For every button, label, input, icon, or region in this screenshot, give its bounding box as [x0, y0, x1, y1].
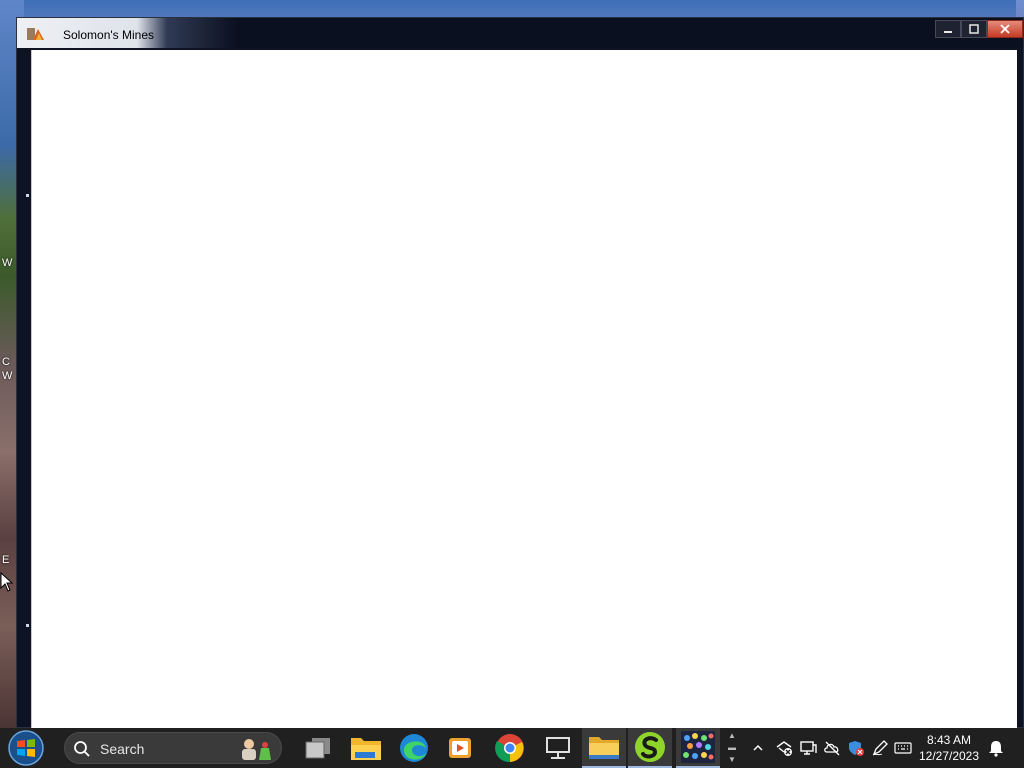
s-logo-icon: [635, 732, 665, 762]
close-icon: [1000, 24, 1010, 34]
minimize-icon: [944, 31, 952, 33]
desktop-icon-label[interactable]: W: [2, 257, 12, 269]
desktop-icon-label[interactable]: C: [2, 356, 10, 368]
media-player-icon: [449, 738, 471, 758]
search-icon: [74, 741, 90, 757]
taskbar-edge[interactable]: [392, 728, 436, 768]
network-off-icon: [776, 741, 792, 756]
app-window: Solomon's Mines: [16, 17, 1024, 729]
clock-time: 8:43 AM: [926, 733, 972, 747]
monitor-icon: [546, 737, 570, 759]
shield-icon: [849, 741, 864, 756]
search-label: Search: [100, 741, 145, 757]
tray-show-hidden[interactable]: [748, 738, 768, 758]
minimize-button[interactable]: [935, 20, 961, 38]
mouse-cursor-icon: [0, 572, 14, 592]
window-border-mark: [26, 194, 29, 197]
display-icon: [800, 741, 817, 755]
taskbar-file-explorer[interactable]: [344, 728, 388, 768]
tray-pen[interactable]: [870, 738, 890, 758]
tray-security[interactable]: [846, 738, 866, 758]
tray-display[interactable]: [798, 738, 818, 758]
task-view-icon: [305, 738, 330, 759]
search-highlight-illustration-icon: [242, 739, 271, 760]
taskbar-search-box[interactable]: Search: [64, 732, 282, 764]
taskbar-clock[interactable]: 8:43 AM 12/27/2023: [912, 732, 986, 764]
taskbar-dots-app[interactable]: [676, 728, 720, 768]
taskbar-task-view[interactable]: [296, 728, 340, 768]
windows-logo-icon: [8, 730, 44, 766]
window-titlebar[interactable]: Solomon's Mines: [17, 18, 1023, 48]
chrome-icon: [495, 734, 524, 763]
window-content-area[interactable]: [31, 50, 1017, 729]
cloud-off-icon: [824, 741, 840, 756]
tray-network[interactable]: [774, 738, 794, 758]
bell-icon: [989, 741, 1003, 757]
maximize-icon: [969, 24, 979, 34]
chevron-up-icon: [753, 744, 763, 751]
taskbar-chrome[interactable]: [488, 728, 532, 768]
start-button[interactable]: [6, 730, 46, 766]
window-title: Solomon's Mines: [63, 28, 154, 42]
close-button[interactable]: [987, 20, 1023, 38]
keyboard-icon: [894, 742, 912, 754]
taskbar-remote-desktop[interactable]: [536, 728, 580, 768]
window-border-mark: [26, 624, 29, 627]
taskbar-media-player[interactable]: [438, 728, 482, 768]
maximize-button[interactable]: [961, 20, 987, 38]
edge-icon: [400, 734, 428, 762]
dots-grid-icon: [681, 731, 715, 763]
pen-icon: [872, 740, 888, 756]
tray-onedrive[interactable]: [822, 738, 842, 758]
clock-date: 12/27/2023: [918, 749, 980, 763]
notification-center-button[interactable]: [986, 738, 1006, 758]
tray-touch-keyboard[interactable]: [893, 738, 913, 758]
folder-icon: [589, 737, 619, 759]
taskbar-overflow-scroller[interactable]: ▲ ▬ ▼: [724, 730, 740, 766]
taskbar: Search ▲ ▬ ▼ 8:43 AM 12/27/2023: [0, 728, 1024, 768]
taskbar-folder-window[interactable]: [582, 728, 626, 768]
window-controls: [935, 20, 1023, 40]
app-icon: [27, 28, 44, 40]
desktop-icon-label[interactable]: W: [2, 370, 12, 382]
folder-icon: [351, 738, 381, 760]
desktop-icon-label[interactable]: E: [2, 554, 9, 566]
taskbar-s-app[interactable]: [628, 728, 672, 768]
